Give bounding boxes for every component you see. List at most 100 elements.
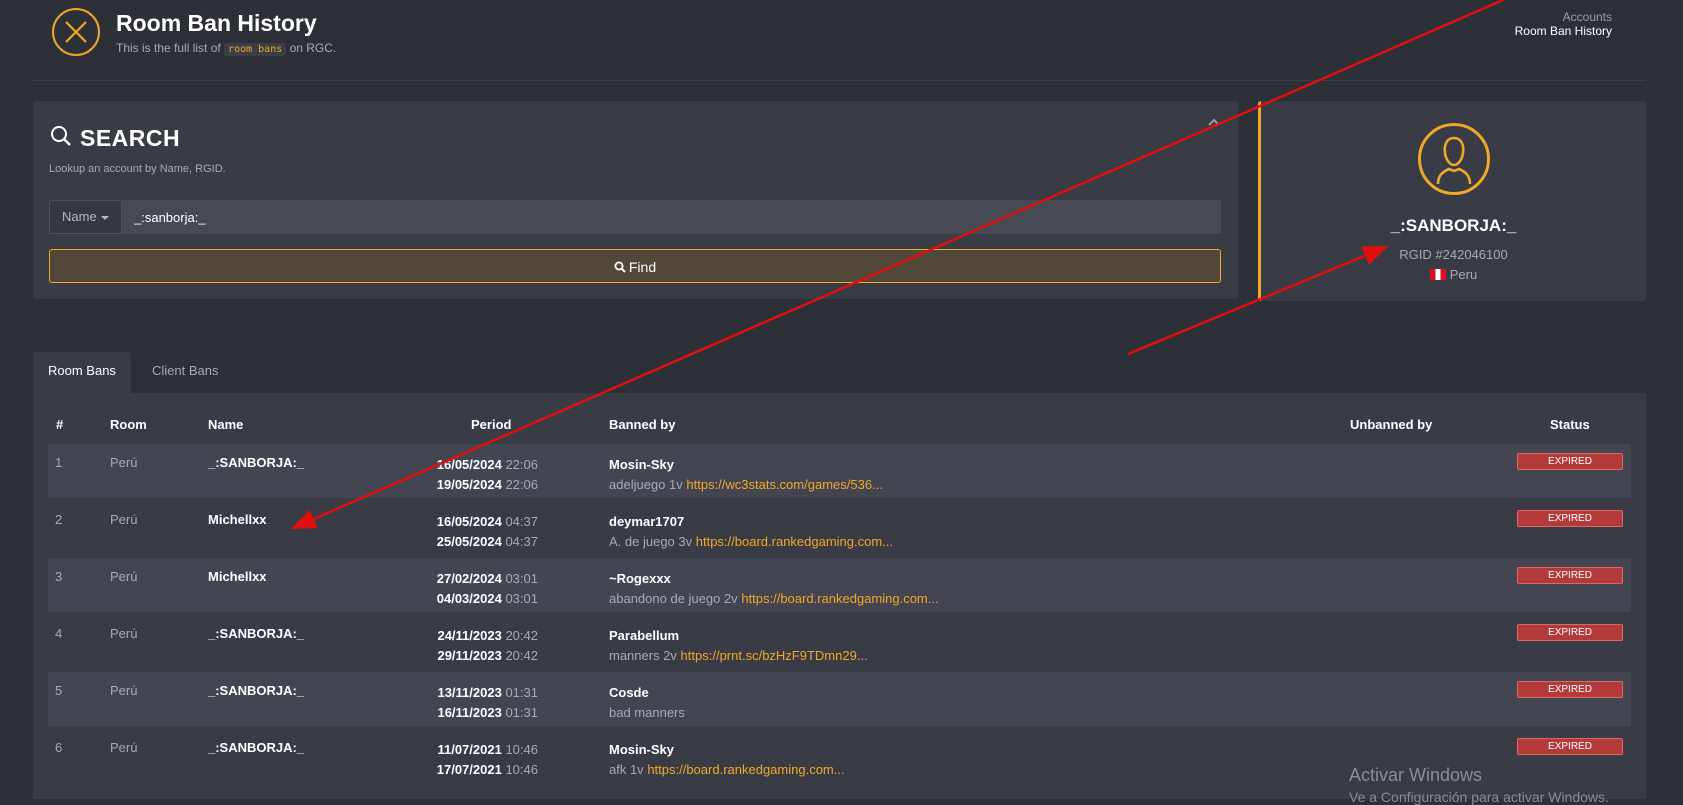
status-badge: EXPIRED	[1517, 681, 1623, 698]
period-end-time: 04:37	[505, 534, 538, 549]
evidence-link[interactable]: https://board.rankedgaming.com...	[647, 762, 844, 777]
row-room: Perú	[110, 626, 138, 641]
period-start: 16/05/2024 04:37	[388, 512, 538, 532]
search-input-group: Name	[49, 200, 1221, 234]
status-badge: EXPIRED	[1517, 624, 1623, 641]
page-header: Room Ban History This is the full list o…	[52, 8, 1632, 78]
period-start: 16/05/2024 22:06	[388, 455, 538, 475]
row-player-name[interactable]: _:SANBORJA:_	[208, 740, 304, 755]
row-period: 16/05/2024 04:37 25/05/2024 04:37	[388, 512, 538, 552]
banned-by-name[interactable]: deymar1707	[609, 512, 893, 532]
period-end: 17/07/2021 10:46	[388, 760, 538, 780]
period-start: 24/11/2023 20:42	[388, 626, 538, 646]
row-banned-by: Cosde bad manners	[609, 683, 685, 723]
search-title: SEARCH	[80, 125, 181, 151]
ban-reason-line: A. de juego 3v https://board.rankedgamin…	[609, 532, 893, 552]
profile-rgid: RGID #242046100	[1399, 247, 1508, 262]
period-end-date: 25/05/2024	[436, 534, 502, 549]
status-badge: EXPIRED	[1517, 453, 1623, 470]
period-start-date: 13/11/2023	[437, 685, 502, 700]
find-button[interactable]: Find	[49, 249, 1221, 283]
page-title: Room Ban History	[116, 10, 317, 36]
period-start: 13/11/2023 01:31	[388, 683, 538, 703]
banned-by-name[interactable]: Mosin-Sky	[609, 455, 883, 475]
caret-down-icon	[100, 215, 109, 220]
row-banned-by: Mosin-Sky afk 1v https://board.rankedgami…	[609, 740, 845, 780]
period-end: 25/05/2024 04:37	[388, 532, 538, 552]
evidence-link[interactable]: https://prnt.sc/bzHzF9TDmn29...	[681, 648, 868, 663]
row-player-name[interactable]: _:SANBORJA:_	[208, 683, 304, 698]
table-row: 4 Perú _:SANBORJA:_ 24/11/2023 20:42 29/11/2…	[48, 615, 1631, 669]
period-end-time: 22:06	[505, 477, 538, 492]
row-room: Perú	[110, 683, 138, 698]
collapse-chevron-icon[interactable]	[1208, 115, 1220, 129]
avatar-icon	[1418, 123, 1490, 195]
row-period: 24/11/2023 20:42 29/11/2023 20:42	[388, 626, 538, 666]
evidence-link[interactable]: https://board.rankedgaming.com...	[696, 534, 893, 549]
country-label: Peru	[1449, 267, 1478, 282]
search-input[interactable]	[122, 200, 1221, 234]
table-row: 2 Perú Michellxx 16/05/2024 04:37 25/05/2024…	[48, 501, 1631, 555]
search-icon	[614, 261, 626, 273]
row-player-name[interactable]: Michellxx	[208, 569, 267, 584]
row-room: Perú	[110, 455, 138, 470]
banned-by-name[interactable]: ~Rogexxx	[609, 569, 939, 589]
col-header-period: Period	[471, 417, 512, 432]
banned-by-name[interactable]: Cosde	[609, 683, 685, 703]
profile-country: Peru	[1261, 267, 1646, 282]
period-start-time: 01:31	[505, 685, 538, 700]
tab-room-bans[interactable]: Room Bans	[33, 352, 131, 393]
breadcrumb: Accounts Room Ban History	[1515, 10, 1612, 38]
period-end: 19/05/2024 22:06	[388, 475, 538, 495]
status-badge: EXPIRED	[1517, 510, 1623, 527]
row-player-name[interactable]: _:SANBORJA:_	[208, 455, 304, 470]
period-start-date: 24/11/2023	[437, 628, 502, 643]
period-start-time: 03:01	[505, 571, 538, 586]
row-period: 16/05/2024 22:06 19/05/2024 22:06	[388, 455, 538, 495]
period-start-date: 27/02/2024	[436, 571, 502, 586]
row-period: 11/07/2021 10:46 17/07/2021 10:46	[388, 740, 538, 780]
row-room: Perú	[110, 512, 138, 527]
col-header-banned-by: Banned by	[609, 417, 676, 432]
row-number: 1	[55, 455, 63, 470]
banned-by-name[interactable]: Mosin-Sky	[609, 740, 845, 760]
find-label: Find	[628, 259, 657, 275]
ban-reason: abandono de juego 2v	[609, 591, 738, 606]
row-number: 6	[55, 740, 63, 755]
period-start: 11/07/2021 10:46	[388, 740, 538, 760]
period-start-time: 20:42	[505, 628, 538, 643]
period-start-date: 16/05/2024	[436, 457, 502, 472]
col-header-unbanned-by: Unbanned by	[1350, 417, 1433, 432]
col-header-room: Room	[110, 417, 147, 432]
breadcrumb-accounts[interactable]: Accounts	[1515, 10, 1612, 24]
row-period: 27/02/2024 03:01 04/03/2024 03:01	[388, 569, 538, 609]
period-end-date: 19/05/2024	[436, 477, 502, 492]
period-start-time: 04:37	[505, 514, 538, 529]
profile-name: _:SANBORJA:_	[1390, 216, 1517, 235]
period-end-time: 01:31	[505, 705, 538, 720]
ban-reason-line: bad manners	[609, 703, 685, 723]
table-row: 5 Perú _:SANBORJA:_ 13/11/2023 01:31 16/11/2…	[48, 672, 1631, 726]
banned-by-name[interactable]: Parabellum	[609, 626, 868, 646]
period-start: 27/02/2024 03:01	[388, 569, 538, 589]
period-end: 16/11/2023 01:31	[388, 703, 538, 723]
tab-client-bans[interactable]: Client Bans	[137, 352, 233, 393]
row-number: 5	[55, 683, 63, 698]
row-banned-by: Parabellum manners 2v https://prnt.sc/bzH…	[609, 626, 868, 666]
table-row: 1 Perú _:SANBORJA:_ 16/05/2024 22:06 19/05/2…	[48, 444, 1631, 498]
period-start-time: 10:46	[505, 742, 538, 757]
col-header-name: Name	[208, 417, 244, 432]
evidence-link[interactable]: https://wc3stats.com/games/536...	[686, 477, 883, 492]
search-filter-dropdown[interactable]: Name	[49, 200, 122, 234]
period-end-time: 03:01	[505, 591, 538, 606]
evidence-link[interactable]: https://board.rankedgaming.com...	[741, 591, 938, 606]
period-end-date: 16/11/2023	[437, 705, 502, 720]
breadcrumb-current: Room Ban History	[1514, 24, 1612, 38]
ban-table: # Room Name Period Banned by Unbanned by…	[33, 393, 1646, 799]
period-end-date: 29/11/2023	[437, 648, 502, 663]
row-room: Perú	[110, 740, 138, 755]
row-player-name[interactable]: Michellxx	[208, 512, 267, 527]
table-row: 3 Perú Michellxx 27/02/2024 03:01 04/03/2024…	[48, 558, 1631, 612]
row-player-name[interactable]: _:SANBORJA:_	[208, 626, 304, 641]
ban-reason: manners 2v	[609, 648, 677, 663]
